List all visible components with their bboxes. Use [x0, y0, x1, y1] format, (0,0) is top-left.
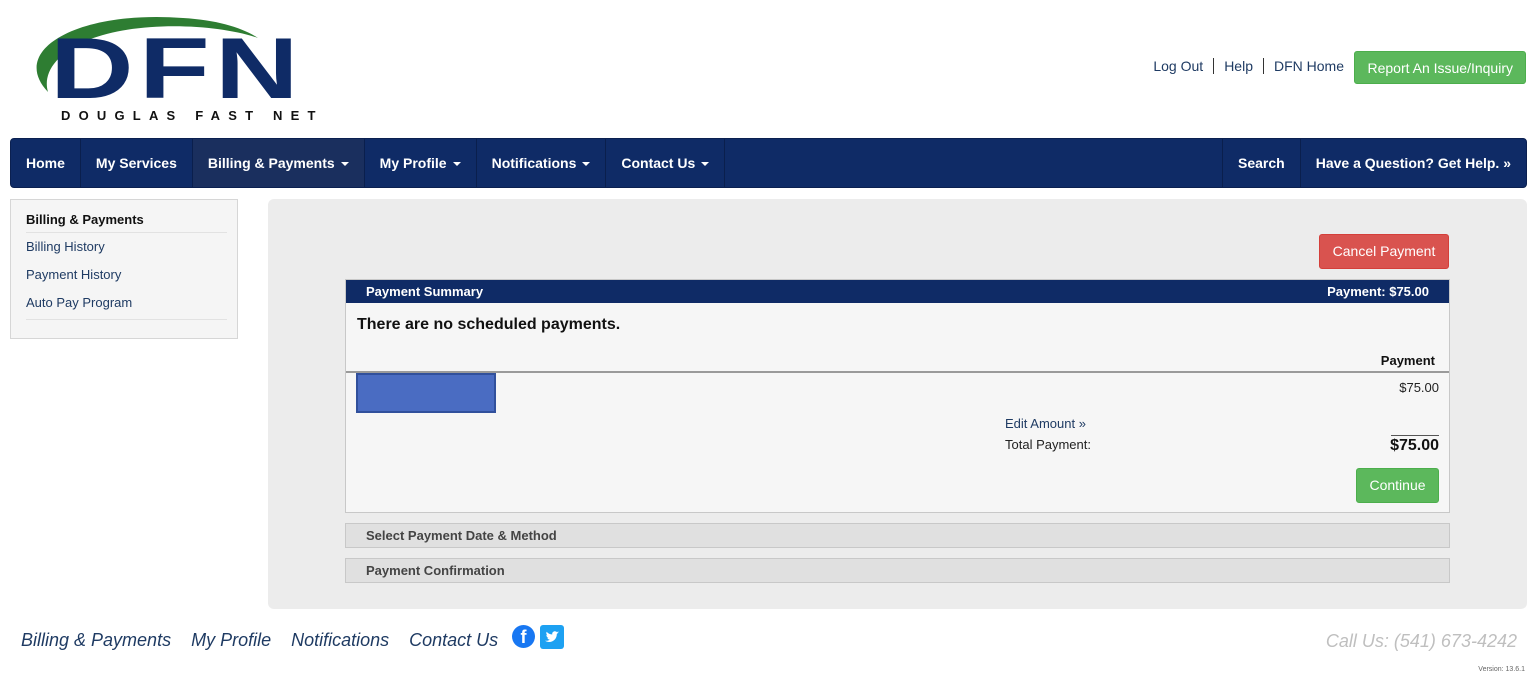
facebook-icon[interactable]: f — [512, 625, 535, 648]
step-payment-date-method[interactable]: Select Payment Date & Method — [345, 523, 1450, 548]
redacted-account-block — [356, 373, 496, 413]
sidebar-item-payment-history[interactable]: Payment History — [26, 261, 227, 289]
footer-link-contact[interactable]: Contact Us — [409, 630, 498, 651]
help-link[interactable]: Help — [1224, 58, 1253, 74]
caret-down-icon — [340, 162, 349, 167]
no-scheduled-message: There are no scheduled payments. — [357, 316, 621, 333]
main-panel: Cancel Payment Payment Summary Payment: … — [268, 199, 1527, 609]
call-us-text: Call Us: (541) 673-4242 — [1325, 631, 1517, 651]
dfn-home-link[interactable]: DFN Home — [1274, 58, 1344, 74]
nav-get-help[interactable]: Have a Question? Get Help. » — [1299, 139, 1526, 187]
separator — [1262, 58, 1264, 74]
nav-my-profile[interactable]: My Profile — [365, 139, 477, 187]
total-payment-label: Total Payment: — [1005, 437, 1091, 452]
payment-summary-header: Payment Summary Payment: $75.00 — [346, 280, 1449, 303]
edit-amount-link[interactable]: Edit Amount » — [1005, 416, 1086, 431]
nav-label: My Profile — [379, 155, 447, 171]
nav-search[interactable]: Search — [1222, 139, 1300, 187]
divider — [346, 371, 1449, 373]
nav-contact-us[interactable]: Contact Us — [606, 139, 726, 187]
dfn-logo[interactable]: DFN DOUGLAS FAST NET — [18, 10, 315, 128]
caret-down-icon — [452, 162, 461, 167]
sidebar-item-auto-pay[interactable]: Auto Pay Program — [26, 289, 227, 317]
twitter-icon[interactable] — [540, 625, 564, 649]
cancel-payment-button[interactable]: Cancel Payment — [1319, 234, 1449, 269]
nav-label: Home — [26, 155, 65, 171]
nav-billing-payments[interactable]: Billing & Payments — [192, 139, 365, 187]
logo-tagline: DOUGLAS FAST NET — [61, 108, 324, 123]
nav-label: Contact Us — [621, 155, 696, 171]
main-navbar: Home My Services Billing & Payments My P… — [10, 138, 1527, 188]
nav-notifications[interactable]: Notifications — [477, 139, 607, 187]
payment-amount: $75.00 — [1399, 380, 1439, 395]
payment-column-header: Payment — [1380, 353, 1435, 368]
payment-summary-title: Payment Summary — [366, 284, 484, 299]
nav-label: Billing & Payments — [207, 155, 335, 171]
sidebar: Billing & Payments Billing History Payme… — [10, 199, 238, 339]
report-issue-button[interactable]: Report An Issue/Inquiry — [1354, 51, 1526, 84]
top-links: Log Out Help DFN Home — [1153, 58, 1344, 74]
logo-swoosh-graphic: DFN — [36, 16, 304, 110]
caret-down-icon — [582, 162, 591, 167]
sidebar-item-billing-history[interactable]: Billing History — [26, 233, 227, 261]
divider — [26, 319, 227, 320]
payment-summary-panel: Payment Summary Payment: $75.00 There ar… — [345, 279, 1450, 513]
footer-link-profile[interactable]: My Profile — [191, 630, 271, 651]
footer-link-billing[interactable]: Billing & Payments — [21, 630, 171, 651]
payment-header-total: Payment: $75.00 — [1327, 284, 1429, 299]
nav-label: Notifications — [491, 155, 577, 171]
total-rule — [1391, 435, 1439, 436]
sidebar-title: Billing & Payments — [26, 208, 227, 233]
caret-down-icon — [701, 162, 710, 167]
nav-label: My Services — [95, 155, 177, 171]
social-links: f — [512, 625, 564, 649]
svg-text:DFN: DFN — [50, 21, 304, 110]
footer-links: Billing & Payments My Profile Notificati… — [21, 630, 498, 651]
nav-home[interactable]: Home — [11, 139, 81, 187]
step-payment-confirmation[interactable]: Payment Confirmation — [345, 558, 1450, 583]
continue-button[interactable]: Continue — [1356, 468, 1439, 503]
nav-my-services[interactable]: My Services — [81, 139, 193, 187]
version-text: Version: 13.6.1 — [1478, 666, 1525, 673]
total-payment-value: $75.00 — [1390, 437, 1439, 454]
logout-link[interactable]: Log Out — [1153, 58, 1203, 74]
footer-link-notifications[interactable]: Notifications — [291, 630, 389, 651]
twitter-bird-graphic — [545, 631, 559, 642]
separator — [1213, 58, 1215, 74]
